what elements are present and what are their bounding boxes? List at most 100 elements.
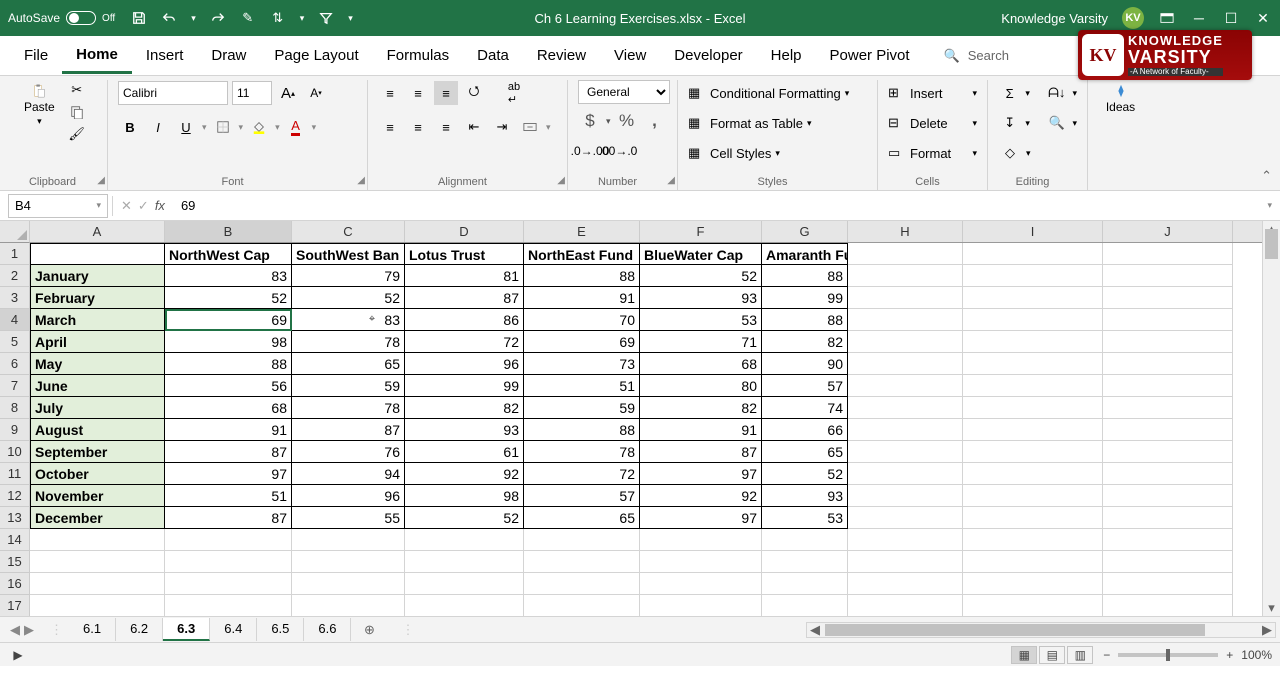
clear-icon[interactable]: ◇	[998, 141, 1022, 165]
insert-cells-button[interactable]: ⊞Insert ▾	[888, 80, 977, 106]
cell-H2[interactable]	[848, 265, 963, 287]
increase-font-icon[interactable]: A▴	[276, 81, 300, 105]
cell-G6[interactable]: 90	[762, 353, 848, 375]
cell-E17[interactable]	[524, 595, 640, 616]
cell-G7[interactable]: 57	[762, 375, 848, 397]
cell-F12[interactable]: 92	[640, 485, 762, 507]
cell-E13[interactable]: 65	[524, 507, 640, 529]
cell-D14[interactable]	[405, 529, 524, 551]
borders-icon[interactable]	[211, 115, 235, 139]
normal-view-button[interactable]: ▦	[1011, 646, 1037, 664]
cell-H3[interactable]	[848, 287, 963, 309]
sheet-tab-6-5[interactable]: 6.5	[257, 618, 304, 641]
cell-G5[interactable]: 82	[762, 331, 848, 353]
cell-G11[interactable]: 52	[762, 463, 848, 485]
cell-I13[interactable]	[963, 507, 1103, 529]
undo-icon[interactable]	[161, 10, 177, 26]
decrease-indent-icon[interactable]: ⇤	[462, 115, 486, 139]
cell-B3[interactable]: 52	[165, 287, 292, 309]
cell-J10[interactable]	[1103, 441, 1233, 463]
cell-J5[interactable]	[1103, 331, 1233, 353]
cell-I2[interactable]	[963, 265, 1103, 287]
cell-B1[interactable]: NorthWest Cap	[165, 243, 292, 265]
tab-formulas[interactable]: Formulas	[373, 39, 464, 72]
tab-power-pivot[interactable]: Power Pivot	[816, 39, 924, 72]
cell-B14[interactable]	[165, 529, 292, 551]
cell-B2[interactable]: 83	[165, 265, 292, 287]
cell-G14[interactable]	[762, 529, 848, 551]
cell-J14[interactable]	[1103, 529, 1233, 551]
tab-insert[interactable]: Insert	[132, 39, 198, 72]
tab-file[interactable]: File	[10, 39, 62, 72]
cell-I12[interactable]	[963, 485, 1103, 507]
cell-J6[interactable]	[1103, 353, 1233, 375]
cut-icon[interactable]: ✂	[67, 80, 87, 100]
cell-B16[interactable]	[165, 573, 292, 595]
align-bottom-icon[interactable]: ≡	[434, 81, 458, 105]
cell-G12[interactable]: 93	[762, 485, 848, 507]
cell-C13[interactable]: 55	[292, 507, 405, 529]
autosum-icon[interactable]: Σ	[998, 81, 1021, 105]
cell-I17[interactable]	[963, 595, 1103, 616]
fx-icon[interactable]: fx	[155, 198, 165, 214]
cell-G16[interactable]	[762, 573, 848, 595]
cancel-formula-icon[interactable]: ✕	[121, 198, 132, 214]
row-header-4[interactable]: 4	[0, 309, 29, 331]
cell-E6[interactable]: 73	[524, 353, 640, 375]
sheet-tab-6-3[interactable]: 6.3	[163, 618, 210, 641]
cell-J2[interactable]	[1103, 265, 1233, 287]
tab-review[interactable]: Review	[523, 39, 600, 72]
row-header-1[interactable]: 1	[0, 243, 29, 265]
cell-C17[interactable]	[292, 595, 405, 616]
sheet-tab-6-2[interactable]: 6.2	[116, 618, 163, 641]
sort-filter-icon[interactable]: ᗩ↓	[1045, 81, 1068, 105]
cell-A7[interactable]: June	[30, 375, 165, 397]
cell-D3[interactable]: 87	[405, 287, 524, 309]
cells-area[interactable]: NorthWest CapSouthWest BanLotus TrustNor…	[30, 243, 1262, 616]
tab-page-layout[interactable]: Page Layout	[260, 39, 372, 72]
cell-G4[interactable]: 88	[762, 309, 848, 331]
col-header-I[interactable]: I	[963, 221, 1103, 242]
cell-J9[interactable]	[1103, 419, 1233, 441]
cell-A4[interactable]: March	[30, 309, 165, 331]
cell-I3[interactable]	[963, 287, 1103, 309]
cell-A14[interactable]	[30, 529, 165, 551]
row-header-12[interactable]: 12	[0, 485, 29, 507]
cell-E4[interactable]: 70	[524, 309, 640, 331]
cell-H6[interactable]	[848, 353, 963, 375]
cell-F9[interactable]: 91	[640, 419, 762, 441]
minimize-icon[interactable]: ─	[1190, 11, 1208, 25]
cell-C11[interactable]: 94	[292, 463, 405, 485]
font-name-select[interactable]	[118, 81, 228, 105]
qat-dropdown-1[interactable]: ▾	[300, 13, 305, 24]
cell-D11[interactable]: 92	[405, 463, 524, 485]
formula-input[interactable]: 69	[173, 198, 1260, 213]
cell-F13[interactable]: 97	[640, 507, 762, 529]
cell-E15[interactable]	[524, 551, 640, 573]
copy-icon[interactable]	[67, 102, 87, 122]
row-header-3[interactable]: 3	[0, 287, 29, 309]
page-break-view-button[interactable]: ▥	[1067, 646, 1093, 664]
cell-G15[interactable]	[762, 551, 848, 573]
user-avatar[interactable]: KV	[1122, 7, 1144, 29]
cell-A5[interactable]: April	[30, 331, 165, 353]
cell-F16[interactable]	[640, 573, 762, 595]
cell-J15[interactable]	[1103, 551, 1233, 573]
cell-D13[interactable]: 52	[405, 507, 524, 529]
close-icon[interactable]: ✕	[1254, 11, 1272, 25]
cell-I15[interactable]	[963, 551, 1103, 573]
cell-F17[interactable]	[640, 595, 762, 616]
cell-D15[interactable]	[405, 551, 524, 573]
collapse-ribbon-icon[interactable]: ⌃	[1261, 168, 1272, 184]
cell-I10[interactable]	[963, 441, 1103, 463]
cell-D4[interactable]: 86	[405, 309, 524, 331]
row-header-6[interactable]: 6	[0, 353, 29, 375]
cell-B7[interactable]: 56	[165, 375, 292, 397]
tab-home[interactable]: Home	[62, 38, 132, 74]
cell-H5[interactable]	[848, 331, 963, 353]
horizontal-scrollbar[interactable]: ◀▶	[806, 622, 1276, 638]
cell-C10[interactable]: 76	[292, 441, 405, 463]
italic-button[interactable]: I	[146, 115, 170, 139]
autosave-toggle[interactable]: AutoSave Off	[8, 11, 115, 25]
undo-dropdown[interactable]: ▾	[191, 13, 196, 24]
